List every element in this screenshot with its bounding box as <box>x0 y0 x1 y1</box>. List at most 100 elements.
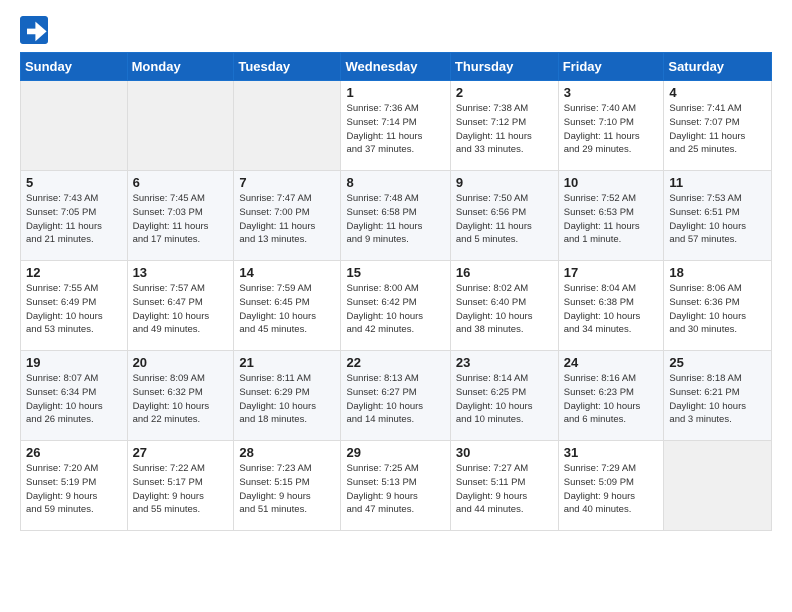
day-cell: 27 Sunrise: 7:22 AM Sunset: 5:17 PM Dayli… <box>127 441 234 531</box>
day-info: Sunrise: 7:36 AM Sunset: 7:14 PM Dayligh… <box>346 102 444 157</box>
day-info: Sunrise: 7:50 AM Sunset: 6:56 PM Dayligh… <box>456 192 553 247</box>
day-number: 8 <box>346 175 444 190</box>
weekday-header-sunday: Sunday <box>21 53 128 81</box>
day-number: 6 <box>133 175 229 190</box>
weekday-header-saturday: Saturday <box>664 53 772 81</box>
day-cell: 6 Sunrise: 7:45 AM Sunset: 7:03 PM Daylig… <box>127 171 234 261</box>
day-info: Sunrise: 7:20 AM Sunset: 5:19 PM Dayligh… <box>26 462 122 517</box>
day-number: 4 <box>669 85 766 100</box>
day-info: Sunrise: 7:29 AM Sunset: 5:09 PM Dayligh… <box>564 462 659 517</box>
day-info: Sunrise: 8:09 AM Sunset: 6:32 PM Dayligh… <box>133 372 229 427</box>
day-info: Sunrise: 8:04 AM Sunset: 6:38 PM Dayligh… <box>564 282 659 337</box>
day-info: Sunrise: 7:52 AM Sunset: 6:53 PM Dayligh… <box>564 192 659 247</box>
day-cell: 15 Sunrise: 8:00 AM Sunset: 6:42 PM Dayli… <box>341 261 450 351</box>
day-number: 17 <box>564 265 659 280</box>
day-info: Sunrise: 8:06 AM Sunset: 6:36 PM Dayligh… <box>669 282 766 337</box>
day-number: 29 <box>346 445 444 460</box>
day-number: 28 <box>239 445 335 460</box>
day-cell: 28 Sunrise: 7:23 AM Sunset: 5:15 PM Dayli… <box>234 441 341 531</box>
day-cell: 8Sunrise: 7:48 AM Sunset: 6:58 PM Daylig… <box>341 171 450 261</box>
day-cell: 29 Sunrise: 7:25 AM Sunset: 5:13 PM Dayli… <box>341 441 450 531</box>
day-number: 12 <box>26 265 122 280</box>
week-row-5: 26 Sunrise: 7:20 AM Sunset: 5:19 PM Dayli… <box>21 441 772 531</box>
day-cell: 7Sunrise: 7:47 AM Sunset: 7:00 PM Daylig… <box>234 171 341 261</box>
day-cell: 12 Sunrise: 7:55 AM Sunset: 6:49 PM Dayli… <box>21 261 128 351</box>
day-number: 10 <box>564 175 659 190</box>
week-row-4: 19Sunrise: 8:07 AM Sunset: 6:34 PM Dayli… <box>21 351 772 441</box>
day-cell: 21 Sunrise: 8:11 AM Sunset: 6:29 PM Dayli… <box>234 351 341 441</box>
week-row-3: 12 Sunrise: 7:55 AM Sunset: 6:49 PM Dayli… <box>21 261 772 351</box>
week-row-2: 5 Sunrise: 7:43 AM Sunset: 7:05 PM Daylig… <box>21 171 772 261</box>
day-number: 13 <box>133 265 229 280</box>
day-info: Sunrise: 7:59 AM Sunset: 6:45 PM Dayligh… <box>239 282 335 337</box>
day-number: 1 <box>346 85 444 100</box>
day-info: Sunrise: 8:13 AM Sunset: 6:27 PM Dayligh… <box>346 372 444 427</box>
day-number: 14 <box>239 265 335 280</box>
day-cell: 23 Sunrise: 8:14 AM Sunset: 6:25 PM Dayli… <box>450 351 558 441</box>
day-number: 27 <box>133 445 229 460</box>
weekday-header-tuesday: Tuesday <box>234 53 341 81</box>
calendar: SundayMondayTuesdayWednesdayThursdayFrid… <box>20 52 772 531</box>
day-info: Sunrise: 8:07 AM Sunset: 6:34 PM Dayligh… <box>26 372 122 427</box>
day-info: Sunrise: 7:22 AM Sunset: 5:17 PM Dayligh… <box>133 462 229 517</box>
day-info: Sunrise: 7:23 AM Sunset: 5:15 PM Dayligh… <box>239 462 335 517</box>
day-number: 21 <box>239 355 335 370</box>
weekday-header-monday: Monday <box>127 53 234 81</box>
day-cell: 24 Sunrise: 8:16 AM Sunset: 6:23 PM Dayli… <box>558 351 664 441</box>
day-cell: 9 Sunrise: 7:50 AM Sunset: 6:56 PM Daylig… <box>450 171 558 261</box>
day-cell: 5 Sunrise: 7:43 AM Sunset: 7:05 PM Daylig… <box>21 171 128 261</box>
page: SundayMondayTuesdayWednesdayThursdayFrid… <box>0 0 792 547</box>
day-info: Sunrise: 7:25 AM Sunset: 5:13 PM Dayligh… <box>346 462 444 517</box>
day-info: Sunrise: 8:18 AM Sunset: 6:21 PM Dayligh… <box>669 372 766 427</box>
weekday-header-thursday: Thursday <box>450 53 558 81</box>
day-number: 9 <box>456 175 553 190</box>
day-cell: 1 Sunrise: 7:36 AM Sunset: 7:14 PM Daylig… <box>341 81 450 171</box>
day-number: 7 <box>239 175 335 190</box>
day-cell: 22 Sunrise: 8:13 AM Sunset: 6:27 PM Dayli… <box>341 351 450 441</box>
day-number: 16 <box>456 265 553 280</box>
day-info: Sunrise: 8:16 AM Sunset: 6:23 PM Dayligh… <box>564 372 659 427</box>
day-info: Sunrise: 7:27 AM Sunset: 5:11 PM Dayligh… <box>456 462 553 517</box>
day-info: Sunrise: 8:11 AM Sunset: 6:29 PM Dayligh… <box>239 372 335 427</box>
day-number: 15 <box>346 265 444 280</box>
day-cell: 31 Sunrise: 7:29 AM Sunset: 5:09 PM Dayli… <box>558 441 664 531</box>
day-number: 20 <box>133 355 229 370</box>
day-number: 31 <box>564 445 659 460</box>
day-cell: 26 Sunrise: 7:20 AM Sunset: 5:19 PM Dayli… <box>21 441 128 531</box>
day-info: Sunrise: 7:41 AM Sunset: 7:07 PM Dayligh… <box>669 102 766 157</box>
day-number: 2 <box>456 85 553 100</box>
day-info: Sunrise: 7:45 AM Sunset: 7:03 PM Dayligh… <box>133 192 229 247</box>
day-info: Sunrise: 7:40 AM Sunset: 7:10 PM Dayligh… <box>564 102 659 157</box>
day-number: 22 <box>346 355 444 370</box>
day-info: Sunrise: 8:14 AM Sunset: 6:25 PM Dayligh… <box>456 372 553 427</box>
day-cell <box>664 441 772 531</box>
day-info: Sunrise: 8:02 AM Sunset: 6:40 PM Dayligh… <box>456 282 553 337</box>
weekday-header-row: SundayMondayTuesdayWednesdayThursdayFrid… <box>21 53 772 81</box>
day-cell: 19Sunrise: 8:07 AM Sunset: 6:34 PM Dayli… <box>21 351 128 441</box>
day-number: 23 <box>456 355 553 370</box>
day-info: Sunrise: 7:53 AM Sunset: 6:51 PM Dayligh… <box>669 192 766 247</box>
day-info: Sunrise: 7:55 AM Sunset: 6:49 PM Dayligh… <box>26 282 122 337</box>
weekday-header-friday: Friday <box>558 53 664 81</box>
day-cell: 10 Sunrise: 7:52 AM Sunset: 6:53 PM Dayli… <box>558 171 664 261</box>
day-number: 30 <box>456 445 553 460</box>
day-number: 26 <box>26 445 122 460</box>
day-cell <box>234 81 341 171</box>
day-number: 24 <box>564 355 659 370</box>
day-info: Sunrise: 8:00 AM Sunset: 6:42 PM Dayligh… <box>346 282 444 337</box>
day-info: Sunrise: 7:43 AM Sunset: 7:05 PM Dayligh… <box>26 192 122 247</box>
day-cell: 11Sunrise: 7:53 AM Sunset: 6:51 PM Dayli… <box>664 171 772 261</box>
day-cell: 17 Sunrise: 8:04 AM Sunset: 6:38 PM Dayli… <box>558 261 664 351</box>
day-cell: 14 Sunrise: 7:59 AM Sunset: 6:45 PM Dayli… <box>234 261 341 351</box>
day-cell: 4 Sunrise: 7:41 AM Sunset: 7:07 PM Daylig… <box>664 81 772 171</box>
day-number: 5 <box>26 175 122 190</box>
day-cell <box>21 81 128 171</box>
day-cell: 13Sunrise: 7:57 AM Sunset: 6:47 PM Dayli… <box>127 261 234 351</box>
day-cell: 2Sunrise: 7:38 AM Sunset: 7:12 PM Daylig… <box>450 81 558 171</box>
day-cell: 30 Sunrise: 7:27 AM Sunset: 5:11 PM Dayli… <box>450 441 558 531</box>
logo-icon <box>20 16 48 44</box>
day-cell: 18Sunrise: 8:06 AM Sunset: 6:36 PM Dayli… <box>664 261 772 351</box>
day-number: 3 <box>564 85 659 100</box>
day-number: 25 <box>669 355 766 370</box>
day-cell: 25 Sunrise: 8:18 AM Sunset: 6:21 PM Dayli… <box>664 351 772 441</box>
